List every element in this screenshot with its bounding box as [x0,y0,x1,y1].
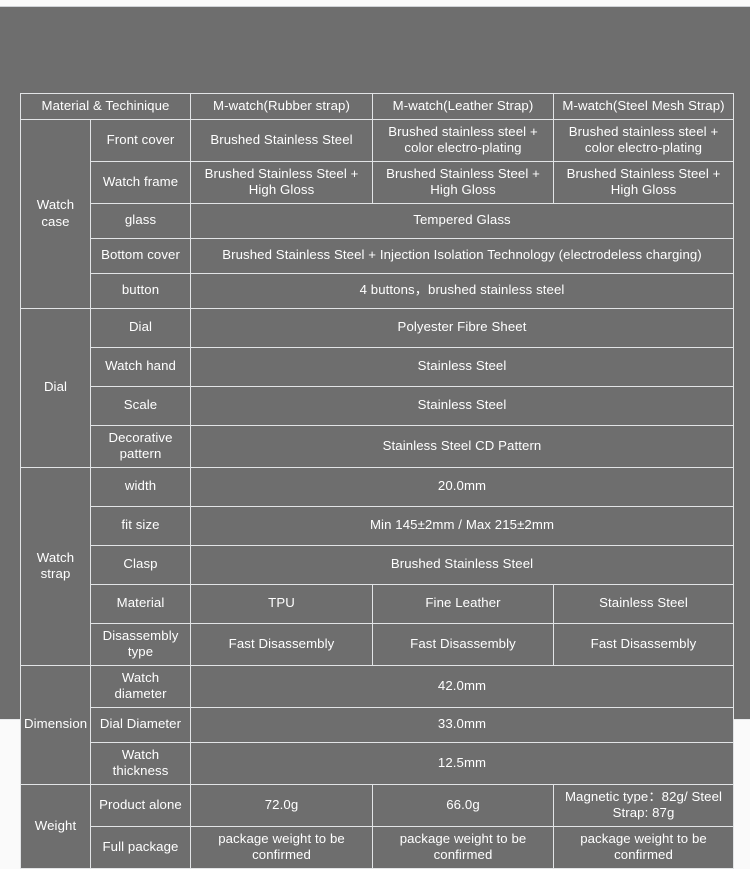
cell-full-package-steel-mesh: package weight to be confirmed [553,825,735,869]
row-label-full-package: Full package [89,825,192,869]
table-row: Clasp Brushed Stainless Steel [21,544,735,585]
header-column-leather: M-watch(Leather Strap) [372,93,555,120]
table-row: Watch frame Brushed Stainless Steel + Hi… [21,160,735,204]
table-row: Dial Dial Polyester Fibre Sheet [20,307,735,468]
cell-watch-frame-steel-mesh: Brushed Stainless Steel + High Gloss [553,160,735,204]
table-header-row: Material & Techinique M-watch(Rubber str… [19,93,735,120]
table-row: Material TPU Fine Leather Stainless Stee… [21,583,735,624]
group-label-watch-strap: Watch strap [20,466,91,666]
row-label-scale: Scale [89,385,192,426]
cell-watch-frame-leather: Brushed Stainless Steel + High Gloss [372,160,555,204]
table-row: Watch case Front cover Brushed Stainless… [20,118,735,309]
cell-clasp-all: Brushed Stainless Steel [190,544,735,585]
table-row: Watch thickness 12.5mm [21,741,735,785]
cell-glass-all: Tempered Glass [190,202,735,239]
row-label-material: Material [89,583,192,624]
cell-dial-all: Polyester Fibre Sheet [190,307,735,348]
table-row: Watch strap width 20.0mm [20,466,735,666]
table-row: Decorative pattern Stainless Steel CD Pa… [21,424,735,468]
row-label-watch-diameter: Watch diameter [89,664,192,708]
cell-material-leather: Fine Leather [372,583,555,624]
row-label-disassembly-type: Disassembly type [89,622,192,666]
row-label-watch-frame: Watch frame [89,160,192,204]
cell-product-alone-rubber: 72.0g [190,783,374,827]
table-row: Bottom cover Brushed Stainless Steel + I… [21,237,735,274]
group-label-dimension: Dimension [20,664,91,785]
row-label-clasp: Clasp [89,544,192,585]
group-label-watch-case: Watch case [20,118,91,309]
row-label-button: button [89,272,192,309]
cell-product-alone-steel-mesh: Magnetic type：82g/ Steel Strap: 87g [553,783,735,827]
header-column-rubber: M-watch(Rubber strap) [190,93,374,120]
cell-full-package-leather: package weight to be confirmed [372,825,555,869]
specification-table: Material & Techinique M-watch(Rubber str… [19,93,735,869]
table-row: Weight Product alone 72.0g 66.0g Magneti… [20,783,735,869]
table-row: glass Tempered Glass [21,202,735,239]
cell-width-all: 20.0mm [190,466,735,507]
cell-watch-hand-all: Stainless Steel [190,346,735,387]
table-row: Dimension Watch diameter 42.0mm [20,664,735,785]
cell-front-cover-rubber: Brushed Stainless Steel [190,118,374,162]
cell-scale-all: Stainless Steel [190,385,735,426]
cell-front-cover-steel-mesh: Brushed stainless steel + color electro-… [553,118,735,162]
table-row: Dial Diameter 33.0mm [21,706,735,743]
cell-bottom-cover-all: Brushed Stainless Steel + Injection Isol… [190,237,735,274]
row-label-width: width [89,466,192,507]
cell-watch-frame-rubber: Brushed Stainless Steel + High Gloss [190,160,374,204]
cell-watch-thickness-all: 12.5mm [190,741,735,785]
table-row: fit size Min 145±2mm / Max 215±2mm [21,505,735,546]
group-label-weight: Weight [20,783,91,869]
cell-product-alone-leather: 66.0g [372,783,555,827]
table-row: Disassembly type Fast Disassembly Fast D… [21,622,735,666]
cell-button-all: 4 buttons，brushed stainless steel [190,272,735,309]
table-row: button 4 buttons，brushed stainless steel [21,272,735,309]
table-row: Scale Stainless Steel [21,385,735,426]
page-root: Material & Techinique M-watch(Rubber str… [0,0,750,869]
cell-fit-size-all: Min 145±2mm / Max 215±2mm [190,505,735,546]
row-label-watch-hand: Watch hand [89,346,192,387]
cell-disassembly-rubber: Fast Disassembly [190,622,374,666]
spec-panel: Material & Techinique M-watch(Rubber str… [0,6,750,869]
header-column-steel-mesh: M-watch(Steel Mesh Strap) [553,93,735,120]
row-label-dial: Dial [89,307,192,348]
group-label-dial: Dial [20,307,91,468]
cell-material-steel-mesh: Stainless Steel [553,583,735,624]
cell-dial-diameter-all: 33.0mm [190,706,735,743]
header-spec-label: Material & Techinique [19,93,192,120]
table-row: Full package package weight to be confir… [21,825,735,869]
row-label-glass: glass [89,202,192,239]
cell-decorative-pattern-all: Stainless Steel CD Pattern [190,424,735,468]
row-label-dial-diameter: Dial Diameter [89,706,192,743]
cell-watch-diameter-all: 42.0mm [190,664,735,708]
row-label-decorative-pattern: Decorative pattern [89,424,192,468]
row-label-product-alone: Product alone [89,783,192,827]
cell-material-rubber: TPU [190,583,374,624]
cell-disassembly-steel-mesh: Fast Disassembly [553,622,735,666]
cell-full-package-rubber: package weight to be confirmed [190,825,374,869]
row-label-bottom-cover: Bottom cover [89,237,192,274]
row-label-front-cover: Front cover [89,118,192,162]
cell-front-cover-leather: Brushed stainless steel + color electro-… [372,118,555,162]
row-label-watch-thickness: Watch thickness [89,741,192,785]
row-label-fit-size: fit size [89,505,192,546]
cell-disassembly-leather: Fast Disassembly [372,622,555,666]
table-row: Watch hand Stainless Steel [21,346,735,387]
